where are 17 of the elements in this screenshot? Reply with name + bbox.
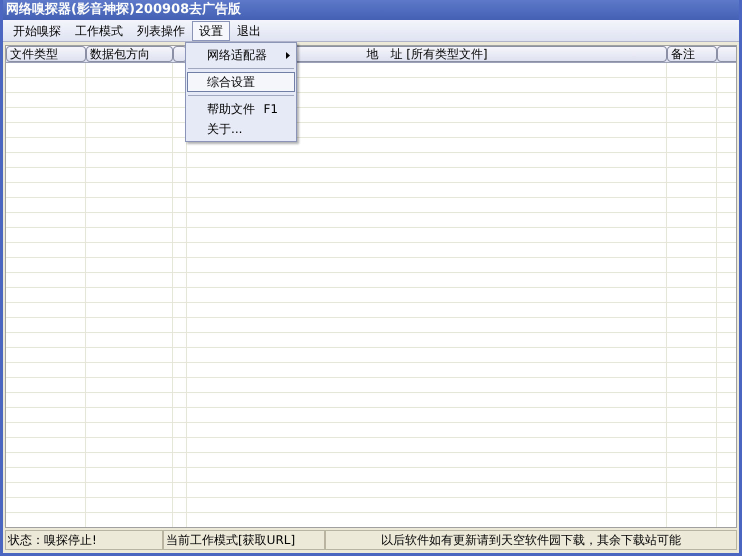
- window-title: 网络嗅探器(影音神探)200908去广告版: [3, 0, 739, 20]
- menu-item[interactable]: 关于...: [187, 119, 295, 139]
- column-header[interactable]: 备注: [667, 46, 717, 62]
- menu-item[interactable]: 开始嗅探: [6, 20, 68, 40]
- status-text: 状态：嗅探停止!: [5, 530, 163, 550]
- menu-item[interactable]: 退出: [230, 20, 268, 40]
- menu-item[interactable]: 设置: [192, 20, 230, 40]
- submenu-arrow-icon: [286, 52, 290, 58]
- status-text: 以后软件如有更新请到天空软件园下载，其余下载站可能: [325, 530, 737, 550]
- column-header[interactable]: 数据包方向: [86, 46, 173, 62]
- menu-item[interactable]: 工作模式: [68, 20, 130, 40]
- column-header[interactable]: 文件类型: [6, 46, 86, 62]
- menu-item[interactable]: 列表操作: [130, 20, 192, 40]
- menu-item[interactable]: 帮助文件 F1: [187, 99, 295, 119]
- status-text: 当前工作模式[获取URL]: [163, 530, 325, 550]
- menu-item[interactable]: 综合设置: [187, 72, 295, 92]
- menu-item[interactable]: 网络适配器: [187, 45, 295, 65]
